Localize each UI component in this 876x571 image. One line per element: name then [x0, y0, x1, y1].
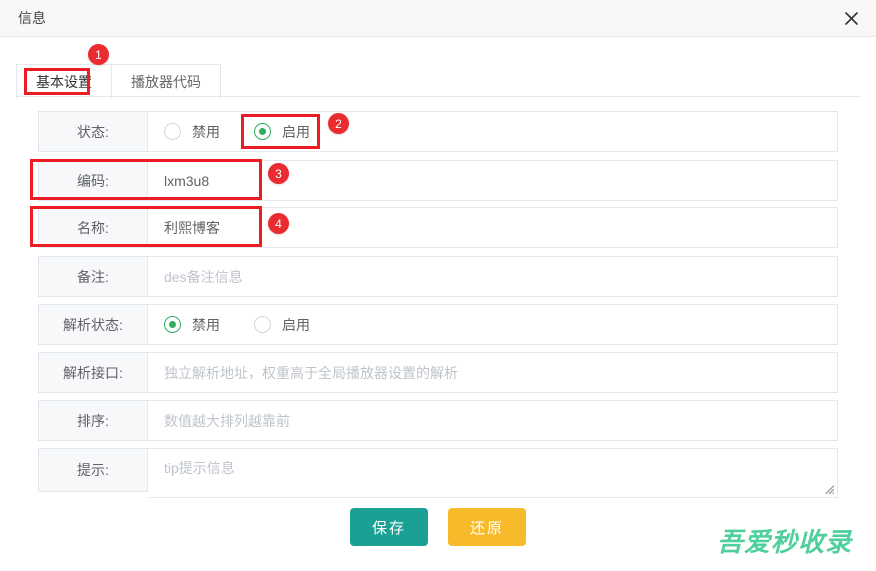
radio-dot-icon	[164, 316, 181, 333]
annotation-badge-2: 2	[328, 113, 349, 134]
code-input[interactable]	[164, 172, 837, 189]
field-label-tip: 提示:	[38, 448, 148, 492]
annotation-badge-1: 1	[88, 44, 109, 65]
field-value-sort[interactable]	[148, 400, 838, 441]
restore-button[interactable]: 还原	[448, 508, 527, 546]
field-label-status: 状态:	[38, 111, 148, 152]
radio-label: 禁用	[192, 316, 220, 333]
form-row-remark: 备注:	[38, 256, 838, 297]
form-row-name: 名称:	[38, 207, 838, 248]
field-value-status: 禁用 启用	[148, 111, 838, 152]
tab-label: 播放器代码	[131, 74, 201, 90]
radio-label: 禁用	[192, 123, 220, 140]
tab-underline	[16, 96, 861, 97]
field-value-name[interactable]	[148, 207, 838, 248]
tab-basic-settings[interactable]: 基本设置	[16, 64, 112, 99]
field-label-parse-api: 解析接口:	[38, 352, 148, 393]
radio-status-enabled[interactable]: 启用	[254, 122, 310, 142]
close-icon[interactable]	[826, 0, 876, 36]
page-title: 信息	[18, 10, 46, 26]
field-label-name: 名称:	[38, 207, 148, 248]
form-row-parse-status: 解析状态: 禁用 启用	[38, 304, 838, 345]
field-value-tip[interactable]	[148, 448, 838, 498]
field-value-remark[interactable]	[148, 256, 838, 297]
tab-player-code[interactable]: 播放器代码	[111, 64, 221, 99]
dialog-window: 信息 基本设置 播放器代码 状态: 禁用 启用 编码: lxm3u8 名称: 利…	[0, 0, 876, 571]
tip-textarea[interactable]	[164, 449, 837, 497]
field-label-sort: 排序:	[38, 400, 148, 441]
radio-dot-icon	[254, 316, 271, 333]
annotation-badge-3: 3	[268, 163, 289, 184]
parse-api-input[interactable]	[164, 364, 837, 381]
radio-status-disabled[interactable]: 禁用	[164, 122, 220, 142]
form-row-tip: 提示:	[38, 448, 838, 498]
field-label-remark: 备注:	[38, 256, 148, 297]
form-row-parse-api: 解析接口:	[38, 352, 838, 393]
field-value-parse-status: 禁用 启用	[148, 304, 838, 345]
watermark-text: 吾爱秒收录	[716, 527, 852, 557]
field-value-parse-api[interactable]	[148, 352, 838, 393]
form-row-sort: 排序:	[38, 400, 838, 441]
radio-parse-disabled[interactable]: 禁用	[164, 315, 220, 335]
radio-group-status: 禁用 启用	[164, 122, 344, 142]
title-bar: 信息	[0, 0, 876, 37]
field-value-code[interactable]	[148, 160, 838, 201]
radio-parse-enabled[interactable]: 启用	[254, 315, 310, 335]
tab-label: 基本设置	[36, 74, 92, 90]
radio-dot-icon	[164, 123, 181, 140]
save-button[interactable]: 保存	[349, 508, 428, 546]
radio-dot-icon	[254, 123, 271, 140]
form-row-code: 编码:	[38, 160, 838, 201]
tab-bar: 基本设置 播放器代码	[0, 37, 876, 99]
sort-input[interactable]	[164, 412, 837, 429]
name-input[interactable]	[164, 219, 837, 236]
radio-group-parse-status: 禁用 启用	[164, 315, 344, 335]
field-label-parse-status: 解析状态:	[38, 304, 148, 345]
field-label-code: 编码:	[38, 160, 148, 201]
remark-input[interactable]	[164, 268, 837, 285]
radio-label: 启用	[282, 123, 310, 140]
form-row-status: 状态: 禁用 启用	[38, 111, 838, 152]
radio-label: 启用	[282, 316, 310, 333]
annotation-badge-4: 4	[268, 213, 289, 234]
